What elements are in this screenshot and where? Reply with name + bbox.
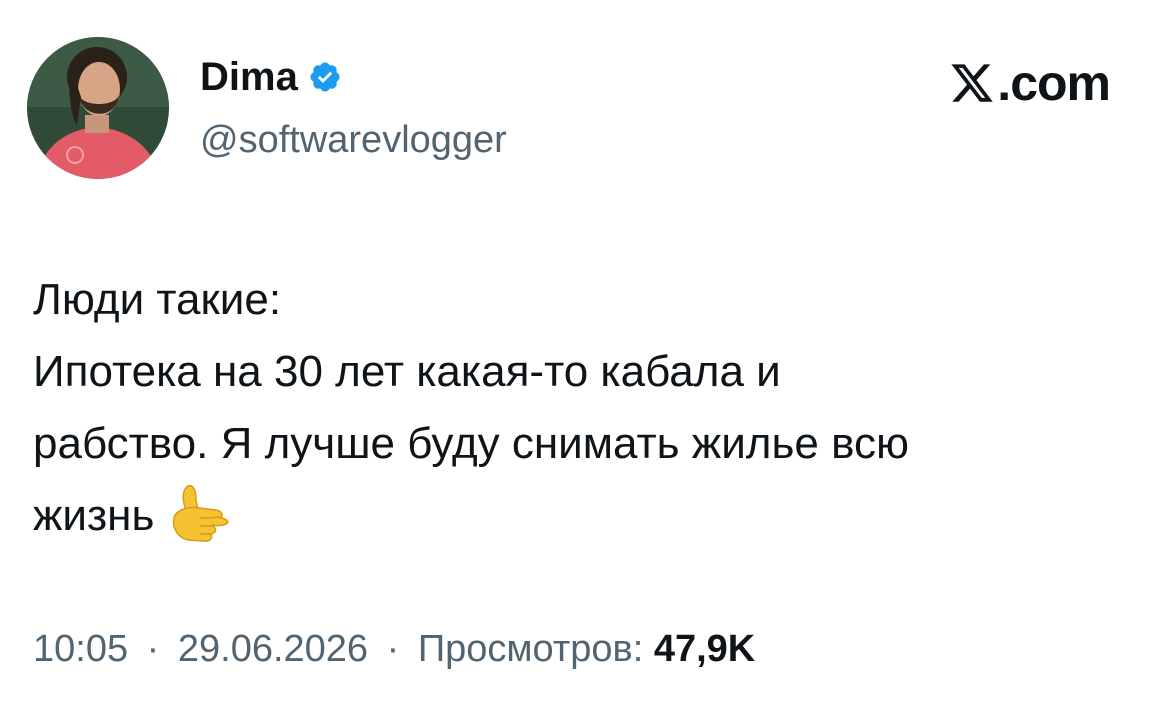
site-domain-suffix: .com — [997, 55, 1111, 111]
verified-badge-icon — [308, 60, 342, 94]
views-label: Просмотров: — [417, 628, 644, 670]
site-logo: .com — [949, 55, 1111, 111]
tweet-time[interactable]: 10:05 — [33, 628, 128, 670]
tweet-line: Люди такие: — [33, 275, 282, 324]
tweet-date[interactable]: 29.06.2026 — [178, 628, 368, 670]
avatar-photo — [27, 37, 169, 179]
tweet-text: Люди такие: Ипотека на 30 лет какая-то к… — [33, 264, 1133, 552]
author-display-name[interactable]: Dima — [200, 52, 298, 102]
author-name-row: Dima — [200, 52, 342, 102]
tweet-line-text: жизнь — [33, 491, 155, 540]
views-count[interactable]: 47,9K — [654, 628, 755, 670]
avatar[interactable] — [27, 37, 169, 179]
tweet-line-last: жизнь — [33, 480, 1133, 552]
call-me-hand-emoji-icon — [166, 480, 232, 546]
x-logo-icon — [949, 60, 995, 106]
author-handle[interactable]: @softwarevlogger — [200, 117, 507, 163]
tweet-line: Ипотека на 30 лет какая-то кабала и — [33, 347, 781, 396]
meta-separator: · — [386, 628, 400, 670]
tweet-line: рабство. Я лучше буду снимать жилье всю — [33, 419, 909, 468]
tweet-metadata: 10:05 · 29.06.2026 · Просмотров: 47,9K — [33, 626, 755, 672]
meta-separator: · — [146, 628, 160, 670]
